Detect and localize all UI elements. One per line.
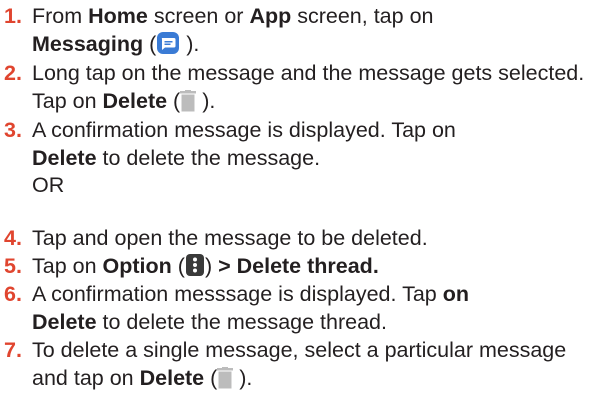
step-4: 4. Tap and open the message to be delete… — [0, 225, 600, 253]
step-3: 3. A confirmation message is displayed. … — [0, 117, 600, 200]
step-number: 1. — [4, 4, 22, 28]
step-number: 3. — [4, 118, 22, 142]
step-5: 5. Tap on Option () > Delete thread. — [0, 253, 600, 281]
or-separator: OR — [32, 173, 65, 197]
messaging-icon — [156, 31, 180, 55]
step-number: 6. — [4, 282, 22, 306]
step-text: From Home screen or App screen, tap on Me… — [32, 4, 434, 56]
step-1: 1. From Home screen or App screen, tap o… — [0, 3, 600, 58]
trash-icon — [180, 89, 197, 112]
step-text: Tap and open the message to be deleted. — [32, 226, 428, 250]
step-2: 2. Long tap on the message and the messa… — [0, 60, 600, 115]
step-number: 2. — [4, 61, 22, 85]
more-options-icon — [185, 253, 205, 277]
step-text: Long tap on the message and the message … — [32, 61, 585, 113]
step-number: 4. — [4, 226, 22, 250]
step-number: 5. — [4, 254, 22, 278]
step-text: A confirmation messsage is displayed. Ta… — [32, 282, 469, 334]
step-number: 7. — [4, 338, 22, 362]
step-text: Tap on Option () > Delete thread. — [32, 253, 379, 278]
trash-icon — [217, 366, 234, 389]
step-text: A confirmation message is displayed. Tap… — [32, 118, 456, 197]
step-7: 7. To delete a single message, select a … — [0, 337, 600, 392]
step-text: To delete a single message, select a par… — [32, 338, 567, 390]
step-6: 6. A confirmation messsage is displayed.… — [0, 281, 600, 336]
